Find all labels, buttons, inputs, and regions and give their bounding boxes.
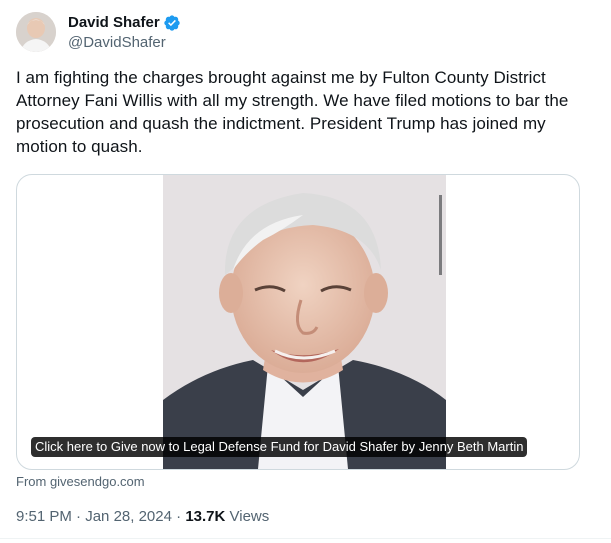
tweet-text: I am fighting the charges brought agains… [16, 68, 569, 156]
verified-badge-icon[interactable] [163, 14, 181, 32]
author-name[interactable]: David Shafer [68, 13, 160, 33]
tweet-meta: 9:51 PM · Jan 28, 2024 · 13.7K Views [16, 507, 269, 527]
avatar[interactable] [16, 12, 56, 52]
tweet-header: David Shafer @DavidShafer [16, 12, 181, 53]
views-count[interactable]: 13.7K [185, 508, 225, 525]
divider [0, 538, 611, 539]
link-card[interactable]: Click here to Give now to Legal Defense … [16, 174, 580, 470]
meta-separator: · [176, 508, 182, 525]
card-source[interactable]: From givesendgo.com [16, 474, 145, 490]
card-image[interactable] [163, 175, 446, 469]
views-label: Views [229, 508, 270, 525]
author-handle[interactable]: @DavidShafer [68, 33, 181, 53]
card-caption[interactable]: Click here to Give now to Legal Defense … [31, 437, 528, 457]
tweet-time[interactable]: 9:51 PM [16, 508, 72, 525]
meta-separator: · [76, 508, 82, 525]
author-names: David Shafer @DavidShafer [68, 13, 181, 53]
tweet-date[interactable]: Jan 28, 2024 [85, 508, 172, 525]
